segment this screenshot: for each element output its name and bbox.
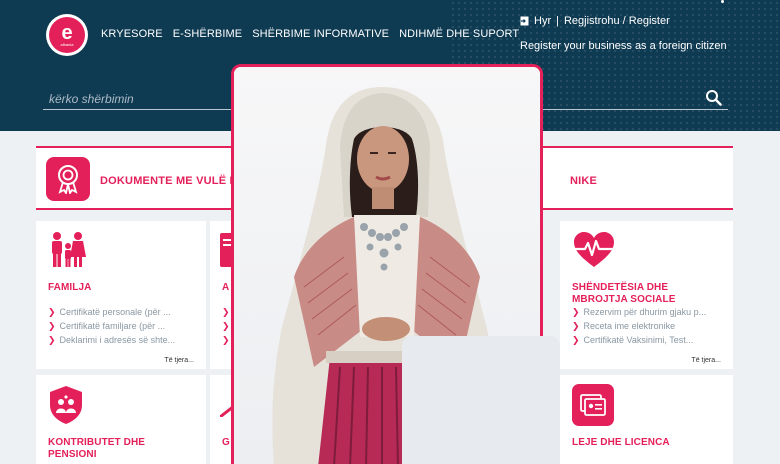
more-menu-icon[interactable] (721, 0, 724, 5)
logo-subtitle: albania (60, 41, 74, 47)
chevron-right-icon: ❯ (222, 335, 230, 345)
chevron-right-icon: ❯ (48, 335, 56, 345)
chevron-right-icon: ❯ (48, 307, 56, 317)
chevron-right-icon: ❯ (572, 335, 580, 345)
card-title: KONTRIBUTET DHE PENSIONI (48, 437, 146, 460)
more-link[interactable]: Të tjera... (164, 357, 194, 364)
license-icon (572, 384, 614, 426)
card-link[interactable]: ❯ Certifikatë Vaksinimi, Test... (572, 333, 706, 347)
card-link[interactable]: ❯ Receta ime elektronike (572, 319, 706, 333)
more-link[interactable]: Të tjera... (691, 357, 721, 364)
nav-item-e-sherbime[interactable]: E-SHËRBIME (173, 28, 242, 40)
nav-item-kryesore[interactable]: KRYESORE (101, 28, 163, 40)
e-albania-logo[interactable]: e albania (46, 14, 88, 56)
banner-title-tail: NIKE (570, 175, 598, 187)
login-icon (520, 16, 529, 26)
login-link[interactable]: Hyr (534, 15, 551, 27)
chevron-right-icon: ❯ (222, 307, 230, 317)
chevron-right-icon: ❯ (572, 321, 580, 331)
heart-pulse-icon (574, 232, 614, 267)
card-link[interactable]: ❯ Deklarimi i adresës së shte... (48, 333, 175, 347)
service-card-shendetesia[interactable]: SHËNDETËSIA DHE MBROJTJA SOCIALE ❯ Rezerv… (560, 221, 733, 369)
chevron-right-icon: ❯ (48, 321, 56, 331)
family-icon (52, 232, 86, 267)
chevron-right-icon: ❯ (222, 321, 230, 331)
nav-item-ndihme-dhe-suport[interactable]: NDIHMË DHE SUPORT (399, 28, 519, 40)
card-title: FAMILJA (48, 282, 92, 293)
overlay-side-panel (402, 336, 560, 464)
register-link[interactable]: Regjistrohu / Register (564, 15, 670, 27)
register-business-link[interactable]: Register your business as a foreign citi… (520, 40, 727, 52)
logo-badge: e albania (49, 17, 85, 53)
pension-shield-icon (50, 386, 82, 424)
auth-links: Hyr | Regjistrohu / Register (520, 15, 670, 27)
certificate-ribbon-icon (46, 157, 90, 201)
logo-letter: e (61, 21, 73, 44)
main-nav: KRYESORE E-SHËRBIME SHËRBIME INFORMATIVE… (101, 28, 519, 40)
service-card-leje-dhe-licenca[interactable]: LEJE DHE LICENCA (560, 375, 733, 464)
service-card-kontributet[interactable]: KONTRIBUTET DHE PENSIONI (36, 375, 206, 464)
auth-separator: | (556, 15, 559, 27)
card-link[interactable]: ❯ Certifikatë familjare (për ... (48, 319, 175, 333)
service-card-familja[interactable]: FAMILJA ❯ Certifikatë personale (për ... … (36, 221, 206, 369)
banner-title: DOKUMENTE ME VULË EL (100, 175, 244, 187)
card-link[interactable]: ❯ Certifikatë personale (për ... (48, 305, 175, 319)
card-title: A (222, 282, 230, 293)
card-link[interactable]: ❯ Rezervim për dhurim gjaku p... (572, 305, 706, 319)
chevron-right-icon: ❯ (572, 307, 580, 317)
card-links: ❯ Rezervim për dhurim gjaku p... ❯ Receta … (572, 305, 706, 347)
card-title: G (222, 437, 230, 448)
search-icon[interactable] (705, 89, 722, 106)
card-title: LEJE DHE LICENCA (572, 437, 670, 448)
card-title: SHËNDETËSIA DHE MBROJTJA SOCIALE (572, 282, 676, 305)
nav-item-sherbime-informative[interactable]: SHËRBIME INFORMATIVE (252, 28, 389, 40)
card-links: ❯ Certifikatë personale (për ... ❯ Certifi… (48, 305, 175, 347)
